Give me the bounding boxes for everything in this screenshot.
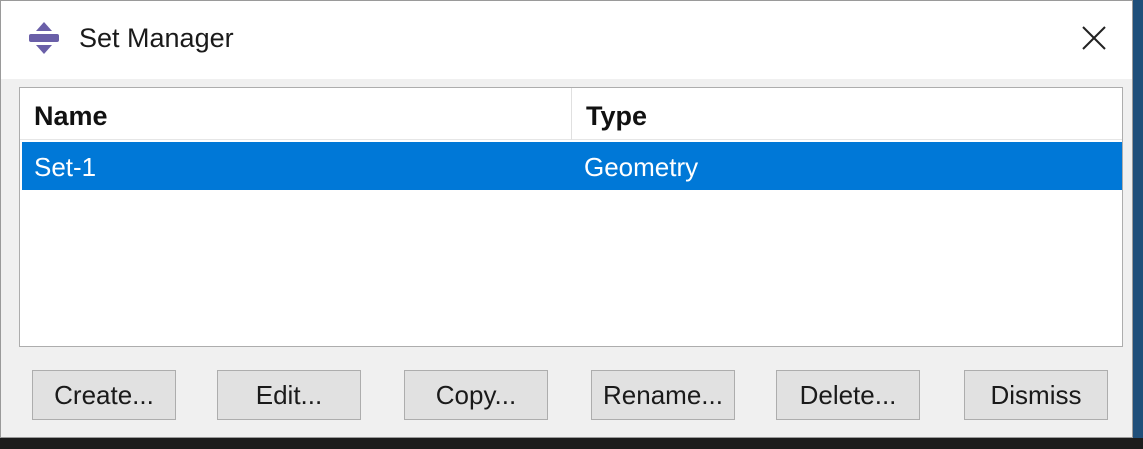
copy-button[interactable]: Copy... <box>404 370 548 420</box>
create-button[interactable]: Create... <box>32 370 176 420</box>
table-row[interactable]: Set-1 Geometry <box>22 142 1122 190</box>
set-manager-dialog: Set Manager Name Type Set-1 Geometry Cre… <box>0 0 1133 438</box>
list-header: Name Type <box>20 88 1122 140</box>
window-title: Set Manager <box>79 23 234 53</box>
dismiss-button[interactable]: Dismiss <box>964 370 1108 420</box>
edit-button[interactable]: Edit... <box>217 370 361 420</box>
column-header-type[interactable]: Type <box>572 88 1122 140</box>
sets-list[interactable]: Name Type Set-1 Geometry <box>19 87 1123 347</box>
close-icon <box>1081 25 1107 56</box>
background-window-strip <box>1132 0 1143 449</box>
abaqus-app-icon <box>27 21 61 55</box>
row-type-cell: Geometry <box>584 152 699 182</box>
delete-button[interactable]: Delete... <box>776 370 920 420</box>
rename-button[interactable]: Rename... <box>591 370 735 420</box>
column-header-name[interactable]: Name <box>20 88 572 140</box>
background-window-bottom <box>0 438 1143 449</box>
row-name-cell: Set-1 <box>34 152 97 182</box>
close-button[interactable] <box>1067 15 1121 65</box>
title-bar[interactable]: Set Manager <box>1 1 1132 79</box>
